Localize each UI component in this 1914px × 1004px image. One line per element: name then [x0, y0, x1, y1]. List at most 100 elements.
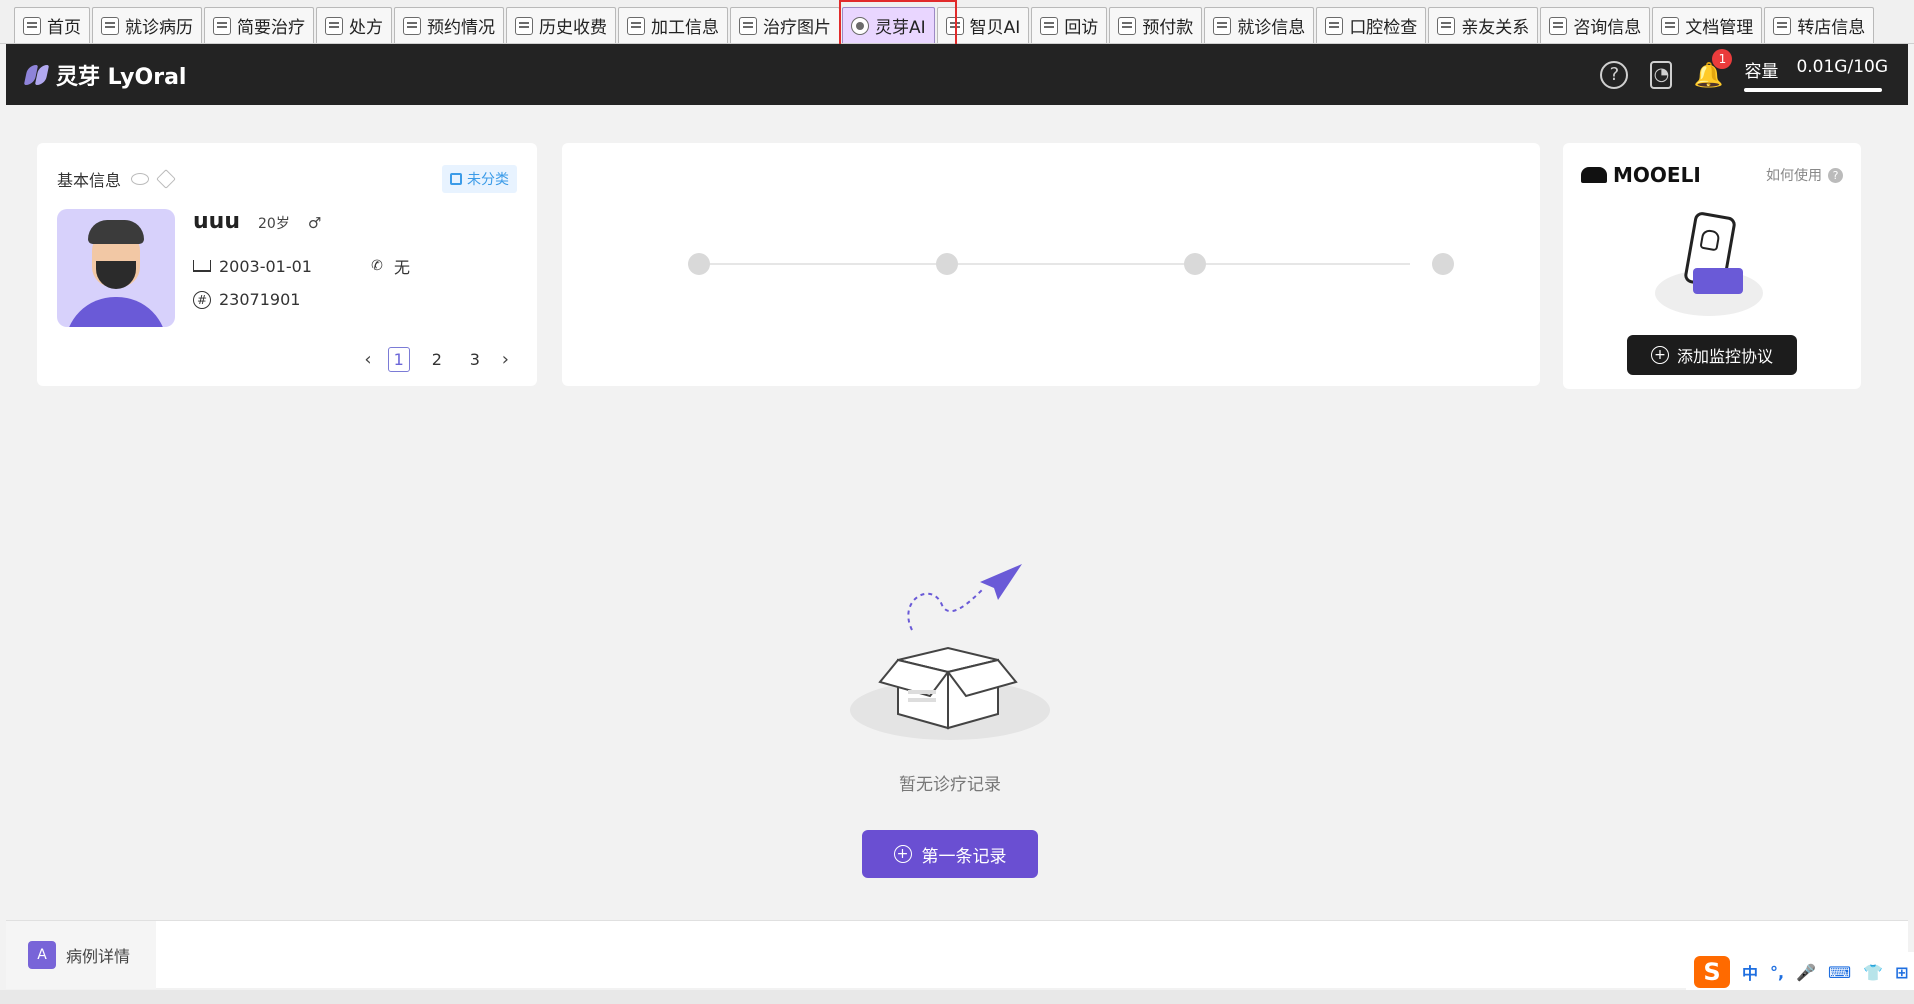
money-icon — [1118, 16, 1137, 35]
tab-consultation[interactable]: 咨询信息 — [1540, 7, 1651, 43]
tab-transfer[interactable]: 转店信息 — [1764, 7, 1875, 43]
skin-icon[interactable]: 👕 — [1863, 963, 1883, 982]
calendar-icon — [450, 173, 462, 185]
prev-page-icon[interactable]: ‹ — [364, 349, 371, 370]
refresh-icon — [1040, 16, 1059, 35]
calendar-icon — [403, 16, 421, 35]
empty-box-illustration — [840, 560, 1060, 750]
paper-plane-icon — [907, 564, 1022, 631]
tab-appointments[interactable]: 预约情况 — [394, 7, 504, 43]
plus-circle-icon: + — [893, 845, 912, 863]
tab-prescription[interactable]: 处方 — [316, 7, 392, 43]
bell-icon[interactable]: 🔔 1 — [1694, 48, 1733, 89]
tab-prepayment[interactable]: 预付款 — [1109, 7, 1203, 43]
ime-lang-toggle[interactable]: 中 — [1742, 960, 1758, 984]
timeline-dot[interactable] — [688, 253, 710, 275]
app-header: 灵芽 LyOral ? ◔ 🔔 1 容量 0.01G/10G — [6, 44, 1908, 105]
bottom-bar: A 病例详情 — [6, 920, 1908, 989]
timeline-line — [688, 263, 1410, 265]
how-to-use-link[interactable]: 如何使用? — [1766, 165, 1843, 185]
pagination: ‹ 1 2 3 › — [364, 347, 509, 372]
tab-relations[interactable]: 亲友关系 — [1428, 7, 1539, 43]
edit-icon[interactable] — [156, 169, 176, 189]
birthday-cake-icon — [193, 260, 211, 272]
eye-icon[interactable] — [131, 173, 150, 185]
processing-icon — [627, 16, 645, 35]
timeline-card — [562, 143, 1540, 386]
capacity-bar — [1744, 88, 1883, 92]
grid-icon[interactable]: ⊞ — [1895, 963, 1908, 982]
receipt-icon — [515, 16, 533, 35]
next-page-icon[interactable]: › — [502, 349, 509, 370]
pdf-icon: A — [28, 941, 56, 969]
transfer-icon — [1773, 16, 1792, 35]
pill-icon — [325, 16, 343, 35]
header-actions: ? ◔ 🔔 1 容量 0.01G/10G — [1600, 48, 1888, 92]
tab-home[interactable]: 首页 — [14, 7, 90, 43]
timeline-dot[interactable] — [1184, 253, 1206, 275]
briefcase-icon — [1325, 16, 1344, 35]
timeline-dot[interactable] — [1432, 253, 1454, 275]
ime-toolbar: S 中 °, 🎤 ⌨ 👕 ⊞ — [1686, 952, 1914, 992]
tab-lingya-ai[interactable]: 灵芽AI — [842, 7, 935, 43]
tab-oral-exam[interactable]: 口腔检查 — [1316, 7, 1427, 43]
tab-followup[interactable]: 回访 — [1031, 7, 1108, 43]
punctuation-icon[interactable]: °, — [1770, 963, 1784, 982]
page-1[interactable]: 1 — [387, 347, 410, 372]
clipboard-icon — [1213, 16, 1232, 35]
notification-badge: 1 — [1712, 48, 1733, 69]
page-3[interactable]: 3 — [464, 350, 486, 369]
record-icon — [101, 16, 119, 35]
mooeli-card: MOOELI 如何使用? + 添加监控协议 — [1563, 143, 1861, 389]
phone-icon: ✆ — [371, 258, 383, 274]
avatar — [57, 209, 175, 327]
empty-box-icon — [878, 646, 1018, 730]
patient-name: uuu — [193, 209, 240, 234]
hash-icon: # — [193, 290, 211, 309]
gender-icon: ♂ — [307, 214, 322, 232]
help-icon[interactable]: ? — [1600, 60, 1629, 89]
user-icon — [1549, 16, 1568, 35]
tab-zhibei-ai[interactable]: 智贝AI — [936, 7, 1030, 43]
capacity-label: 容量 — [1744, 62, 1779, 82]
tab-payment-history[interactable]: 历史收费 — [506, 7, 616, 43]
storage-capacity: 容量 0.01G/10G — [1744, 57, 1888, 92]
document-clock-icon[interactable]: ◔ — [1650, 60, 1673, 89]
page-2[interactable]: 2 — [426, 350, 448, 369]
mooeli-logo: MOOELI — [1581, 163, 1701, 187]
tab-visit-info[interactable]: 就诊信息 — [1204, 7, 1315, 43]
image-icon — [739, 16, 757, 35]
tab-treatment-images[interactable]: 治疗图片 — [730, 7, 840, 43]
keyboard-icon[interactable]: ⌨ — [1828, 963, 1851, 982]
tab-strip: 首页 就诊病历 简要治疗 处方 预约情况 历史收费 加工信息 治疗图片 灵芽AI… — [0, 0, 1914, 44]
empty-message: 暂无诊疗记录 — [899, 775, 1001, 795]
patient-birthday: 2003-01-01 — [219, 256, 312, 276]
people-icon — [1437, 16, 1456, 35]
ai-icon — [945, 16, 964, 35]
plus-circle-icon: + — [1650, 346, 1669, 364]
tab-brief-treatment[interactable]: 简要治疗 — [204, 7, 314, 43]
phone-tooth-illustration — [1655, 208, 1763, 318]
document-icon — [1661, 16, 1680, 35]
add-monitor-protocol-button[interactable]: + 添加监控协议 — [1627, 335, 1797, 375]
patient-phone: 无 — [393, 258, 410, 277]
question-icon: ? — [1828, 167, 1843, 183]
logo-mark-icon — [26, 65, 48, 85]
timeline-dot[interactable] — [936, 253, 958, 275]
patient-age: 20岁 — [258, 216, 290, 232]
category-tag[interactable]: 未分类 — [442, 165, 517, 193]
capacity-value: 0.01G/10G — [1796, 57, 1888, 77]
tab-processing[interactable]: 加工信息 — [618, 7, 728, 43]
patient-id: 23071901 — [219, 290, 301, 309]
list-icon — [213, 16, 231, 35]
case-detail-button[interactable]: A 病例详情 — [6, 921, 156, 989]
section-title: 基本信息 — [57, 171, 122, 190]
window-bottom-edge — [0, 990, 1914, 1004]
sogou-logo-icon[interactable]: S — [1694, 956, 1730, 988]
page-icon — [23, 16, 41, 35]
tab-medical-record[interactable]: 就诊病历 — [92, 7, 202, 43]
tab-documents[interactable]: 文档管理 — [1652, 7, 1763, 43]
eye-icon — [851, 16, 869, 35]
microphone-icon[interactable]: 🎤 — [1796, 963, 1816, 982]
first-record-button[interactable]: + 第一条记录 — [862, 830, 1038, 878]
